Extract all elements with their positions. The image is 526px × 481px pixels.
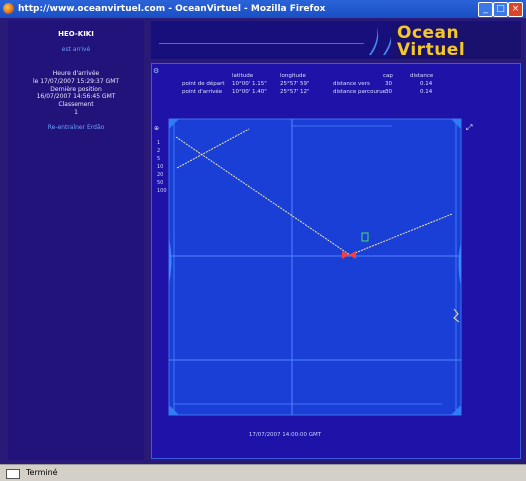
close-button[interactable]: × <box>508 2 523 17</box>
info-line: Heure d'arrivée <box>52 70 100 77</box>
boat-name: HEO-KIKI <box>58 30 94 38</box>
minimize-button[interactable]: _ <box>478 2 493 17</box>
zoom-tool-icon: ⤢ <box>465 123 472 132</box>
navigation-map[interactable]: ⊕ ⤢ 1 2 5 10 20 50 100 <box>152 64 520 458</box>
map-scale: 1 2 5 10 20 50 100 <box>157 140 167 194</box>
scale-label: 2 <box>157 148 160 154</box>
scale-label: 100 <box>157 188 167 194</box>
main-panel: ⚙ latitude longitude cap distance point … <box>151 63 521 459</box>
title-bar: http://www.oceanvirtuel.com - OceanVirtu… <box>0 0 526 18</box>
scale-label: 5 <box>157 156 160 162</box>
scale-label: 10 <box>157 164 163 170</box>
info-line: Dernière position <box>50 85 102 93</box>
info-line: 16/07/2007 14:56:45 GMT <box>36 93 116 101</box>
maximize-button[interactable]: □ <box>493 2 508 17</box>
browser-window: http://www.oceanvirtuel.com - OceanVirtu… <box>0 0 526 481</box>
scale-label: 50 <box>157 180 163 186</box>
sidebar: HEO-KIKI est arrivé Heure d'arrivée le 1… <box>8 20 144 460</box>
status-bar: Terminé <box>0 464 526 481</box>
map-area <box>168 118 462 416</box>
status-text: Terminé <box>26 468 58 477</box>
page-viewport: HEO-KIKI est arrivé Heure d'arrivée le 1… <box>0 18 526 464</box>
info-line: Classement <box>58 101 94 109</box>
zoom-control-icon: ⊕ <box>154 125 159 132</box>
info-line: 1 <box>74 108 78 116</box>
retrain-link[interactable]: Re-entraîner Erdão <box>8 124 144 131</box>
window-title: http://www.oceanvirtuel.com - OceanVirtu… <box>18 4 326 14</box>
arrival-info: Heure d'arrivée le 17/07/2007 15:29:37 G… <box>8 70 144 117</box>
ocean-virtuel-logo: Ocean Virtuel <box>391 23 521 60</box>
map-timestamp: 17/07/2007 14:00:00 GMT <box>248 432 322 438</box>
scale-label: 1 <box>157 140 160 146</box>
arrived-status: est arrivé <box>61 46 91 53</box>
info-line: le 17/07/2007 15:29:37 GMT <box>32 77 120 85</box>
scale-label: 20 <box>157 172 163 178</box>
banner-line <box>159 43 364 44</box>
firefox-icon <box>3 3 14 14</box>
status-page-icon <box>6 469 20 479</box>
logo-banner: Ocean Virtuel <box>151 21 521 60</box>
logo-line2: Virtuel <box>397 40 466 60</box>
